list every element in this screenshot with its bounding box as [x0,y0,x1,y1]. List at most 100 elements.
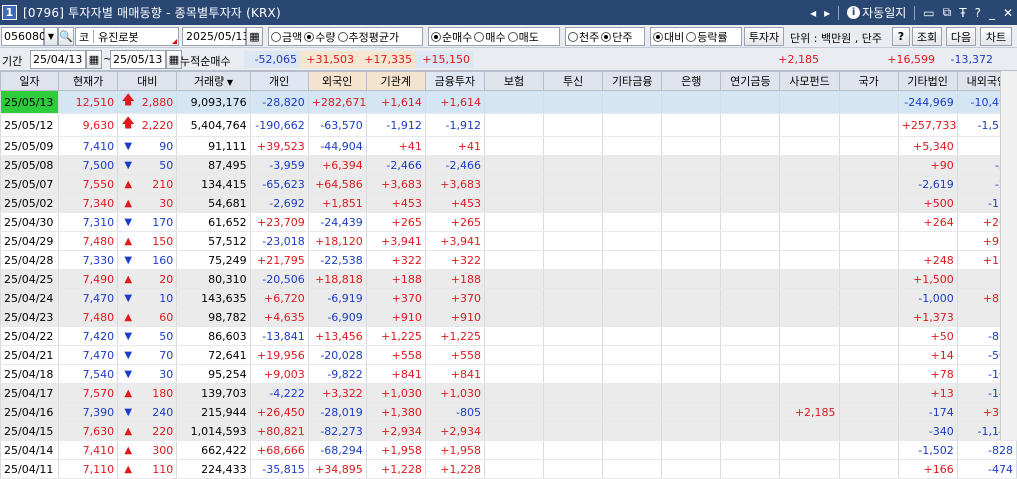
table-row[interactable]: 25/05/12 9,630 🡅 2,220 5,404,764 -190,662 -63,… [0,113,1017,137]
from-date-input[interactable]: 25/04/13 [30,50,86,69]
column-header[interactable]: 거래량 [176,71,251,91]
column-header[interactable]: 외국인 [307,71,367,91]
search-icon[interactable]: 🔍 [58,27,74,46]
column-header[interactable]: 개인 [249,71,309,91]
volume-cell: 91,111 [176,136,251,156]
finance-cell: +841 [424,364,485,384]
next-arrow-icon[interactable]: ▸ [824,6,830,20]
column-header[interactable]: 사모펀드 [779,71,840,91]
period-bar: 기간 25/04/13 ▦ ~ 25/05/13 ▦ 누적순매수 -52,065… [0,48,1017,71]
radio-thousand-shares[interactable]: 천주 [568,29,599,45]
individual-cell: +68,666 [249,440,309,460]
trust-cell [543,440,604,460]
table-row[interactable]: 25/05/09 7,410 ▼ 90 91,111 +39,523 -44,904 +41 +… [0,136,1017,156]
diff-cell: ▲ 300 [117,440,178,460]
other-finance-cell [602,307,663,327]
table-row[interactable]: 25/04/25 7,490 ▲ 20 80,310 -20,506 +18,818 +188… [0,269,1017,289]
close-icon[interactable]: ✕ [1003,6,1013,20]
table-row[interactable]: 25/04/17 7,570 ▲ 180 139,703 -4,222 +3,322 +1,0… [0,383,1017,403]
down-triangle-icon: ▼ [124,159,133,171]
column-header[interactable]: 대비 [117,71,178,91]
table-row[interactable]: 25/04/21 7,470 ▼ 70 72,641 +19,956 -20,028 +558… [0,345,1017,365]
table-row[interactable]: 25/04/11 7,110 ▲ 110 224,433 -35,815 +34,895 +1… [0,459,1017,479]
private-fund-cell [779,174,840,194]
table-row[interactable]: 25/05/08 7,500 ▼ 50 87,495 -3,959 +6,394 -2,466… [0,155,1017,175]
table-row[interactable]: 25/04/18 7,540 ▼ 30 95,254 +9,003 -9,822 +841 +8… [0,364,1017,384]
calendar-icon[interactable]: ▦ [246,27,263,46]
next-button[interactable]: 다음 [946,27,976,46]
table-row[interactable]: 25/04/30 7,310 ▼ 170 61,652 +23,709 -24,439 +26… [0,212,1017,232]
code-dropdown-button[interactable]: ▼ [44,27,58,46]
link-icon[interactable]: ⧉ [943,5,952,20]
help-icon[interactable]: ? [975,6,981,20]
other-finance-cell [602,174,663,194]
column-header[interactable]: 기타금융 [602,71,663,91]
pension-cell [720,269,781,289]
help-button[interactable]: ? [892,27,910,46]
table-row[interactable]: 25/04/24 7,470 ▼ 10 143,635 +6,720 -6,919 +370 +… [0,288,1017,308]
sum-foreign: +31,503 [300,51,357,68]
table-row[interactable]: 25/05/07 7,550 ▲ 210 134,415 -65,623 +64,586 +3… [0,174,1017,194]
table-row[interactable]: 25/05/02 7,340 ▲ 30 54,681 -2,692 +1,851 +453 +4… [0,193,1017,213]
column-header[interactable]: 보험 [483,71,545,91]
column-header[interactable]: 현재가 [58,71,119,91]
other-corp-cell: +1,500 [897,269,958,289]
diff-cell: 🡅 2,220 [117,113,178,137]
stock-code-input[interactable]: 056080 [1,27,46,46]
text-icon[interactable]: Ŧ [959,6,966,20]
radio-net-buy[interactable]: 순매수 [431,29,472,45]
column-header[interactable]: 국가 [838,71,899,91]
minimize-icon[interactable]: _ [989,6,995,20]
table-row[interactable]: 25/04/15 7,630 ▲ 220 1,014,593 +80,821 -82,273… [0,421,1017,441]
investor-button[interactable]: 투자자 [744,27,784,46]
radio-diff[interactable]: 대비 [653,29,684,45]
table-row[interactable]: 25/04/14 7,410 ▲ 300 662,422 +68,666 -68,294 +1… [0,440,1017,460]
window-title: [0796] 투자자별 매매동향 - 종목별투자자 (KRX) [23,6,281,20]
nation-cell [838,307,899,327]
private-fund-cell [779,345,840,365]
column-header[interactable]: 금융투자 [424,71,485,91]
column-header[interactable]: 기관계 [365,71,426,91]
auto-log-toggle[interactable]: i 자동일지 [847,4,906,21]
institution-cell: +1,228 [365,459,426,479]
stock-name-field[interactable]: 코 유진로봇 [75,27,179,46]
from-calendar-icon[interactable]: ▦ [86,50,102,69]
table-row[interactable]: 25/04/23 7,480 ▲ 60 98,782 +4,635 -6,909 +910 +9… [0,307,1017,327]
restore-icon[interactable]: ▭ [923,6,934,20]
chart-button[interactable]: 차트 [980,27,1012,46]
to-date-input[interactable]: 25/05/13 [110,50,166,69]
radio-quantity[interactable]: 수량 [304,29,336,45]
trust-cell [543,90,604,114]
date-value: 2025/05/13 [186,30,250,43]
radio-sell[interactable]: 매도 [507,29,539,45]
table-row[interactable]: 25/04/22 7,420 ▼ 50 86,603 -13,841 +13,456 +1,2… [0,326,1017,346]
query-button[interactable]: 조회 [912,27,942,46]
price-cell: 7,480 [58,307,119,327]
window-number[interactable]: 1 [2,5,17,20]
prev-arrow-icon[interactable]: ◂ [810,6,816,20]
price-cell: 7,330 [58,250,119,270]
column-header[interactable]: 일자 [0,71,60,91]
table-row[interactable]: 25/05/13 12,510 🡅 2,880 9,093,176 -28,820 +282… [0,90,1017,114]
table-row[interactable]: 25/04/28 7,330 ▼ 160 75,249 +21,795 -22,538 +32… [0,250,1017,270]
column-header[interactable]: 은행 [661,71,722,91]
table-row[interactable]: 25/04/29 7,480 ▲ 150 57,512 -23,018 +18,120 +3,… [0,231,1017,251]
column-header[interactable]: 투신 [543,71,604,91]
radio-avg-price[interactable]: 추정평균가 [337,29,399,45]
private-fund-cell: +2,185 [779,402,840,422]
radio-rate[interactable]: 등락률 [686,29,728,45]
radio-amount[interactable]: 금액 [271,29,302,45]
vertical-scrollbar[interactable] [1000,71,1017,440]
insurance-cell [483,326,545,346]
up-triangle-icon: ▲ [124,273,133,285]
radio-buy[interactable]: 매수 [474,29,506,45]
column-header[interactable]: 기타법인 [897,71,958,91]
divider [93,30,95,43]
table-row[interactable]: 25/04/16 7,390 ▼ 240 215,944 +26,450 -28,019 +1… [0,402,1017,422]
insurance-cell [483,459,545,479]
radio-single-shares[interactable]: 단주 [601,29,633,45]
finance-cell: +1,225 [424,326,485,346]
column-header[interactable]: 연기금등 [720,71,781,91]
date-input[interactable]: 2025/05/13 [182,27,250,46]
date-cell: 25/04/15 [0,421,60,441]
